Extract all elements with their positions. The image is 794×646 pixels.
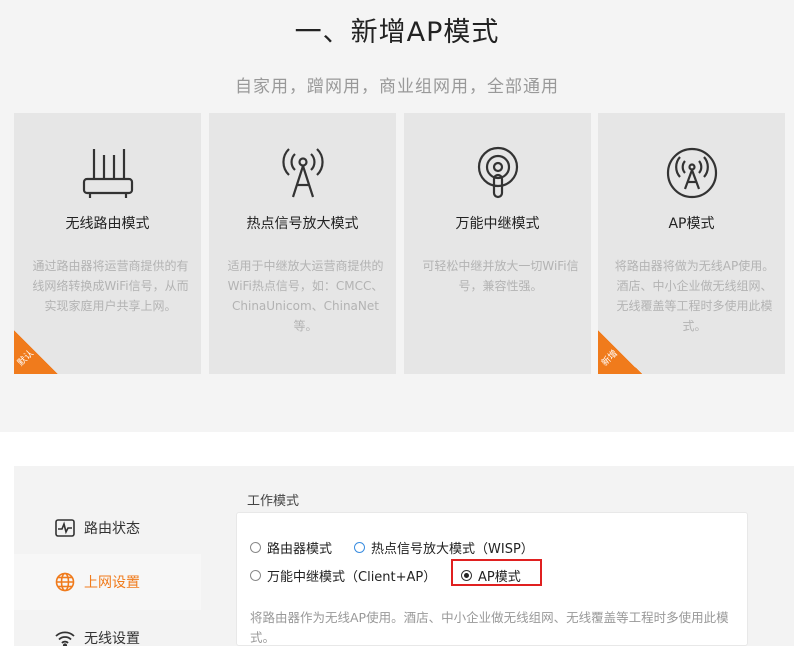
ap-mode-highlight-box <box>451 559 542 586</box>
default-badge: 默认 <box>14 330 58 374</box>
radio-label: 路由器模式 <box>267 542 333 557</box>
mode-card-name: 万能中继模式 <box>455 216 540 232</box>
globe-icon <box>54 571 76 593</box>
mode-card-desc: 通过路由器将运营商提供的有线网络转换成WiFi信号，从而实现家庭用户共享上网。 <box>32 259 189 313</box>
radio-client-ap-mode[interactable]: 万能中继模式（Client+AP） <box>250 566 436 585</box>
mode-description: 将路由器作为无线AP使用。酒店、中小企业做无线组网、无线覆盖等工程时多使用此模式… <box>250 610 729 645</box>
new-badge: 新增 <box>598 330 642 374</box>
radio-router-mode[interactable]: 路由器模式 <box>250 538 332 557</box>
signal-tower-icon <box>209 143 396 203</box>
radio-button[interactable] <box>250 542 261 553</box>
sidebar-item-internet-settings[interactable]: 上网设置 <box>14 554 201 610</box>
sidebar-item-label: 路由状态 <box>84 521 140 537</box>
work-mode-title: 工作模式 <box>247 494 300 509</box>
radio-label: 万能中继模式（Client+AP） <box>267 570 437 585</box>
mode-card-name: AP模式 <box>668 216 715 232</box>
repeater-icon <box>404 143 591 203</box>
sidebar-item-wireless-settings[interactable]: 无线设置 <box>14 610 201 646</box>
mode-card-desc: 可轻松中继并放大一切WiFi信号，兼容性强。 <box>422 259 579 293</box>
sidebar: 路由状态 上网设置 无线设置 <box>14 466 201 646</box>
mode-card-wisp: 热点信号放大模式 适用于中继放大运营商提供的WiFi热点信号，如：CMCC、Ch… <box>209 113 396 374</box>
radio-button[interactable] <box>250 570 261 581</box>
radio-wisp-mode[interactable]: 热点信号放大模式（WISP） <box>354 538 534 557</box>
status-monitor-icon <box>54 517 76 539</box>
mode-card-name: 无线路由模式 <box>65 216 150 232</box>
sidebar-item-label: 上网设置 <box>84 575 140 591</box>
ap-icon <box>598 143 785 203</box>
mode-card-router: 无线路由模式 通过路由器将运营商提供的有线网络转换成WiFi信号，从而实现家庭用… <box>14 113 201 374</box>
page-subtitle: 自家用，蹭网用，商业组网用，全部通用 <box>235 77 559 97</box>
mode-card-desc: 适用于中继放大运营商提供的WiFi热点信号，如：CMCC、ChinaUnicom… <box>227 259 384 333</box>
mode-card-name: 热点信号放大模式 <box>246 216 359 232</box>
mode-card-desc: 将路由器将做为无线AP使用。酒店、中小企业做无线组网、无线覆盖等工程时多使用此模… <box>614 259 775 333</box>
radio-button[interactable] <box>354 542 365 553</box>
wifi-icon <box>54 627 76 646</box>
mode-card-ap: AP模式 将路由器将做为无线AP使用。酒店、中小企业做无线组网、无线覆盖等工程时… <box>598 113 785 374</box>
page-title: 一、新增AP模式 <box>294 17 500 48</box>
radio-label: 热点信号放大模式（WISP） <box>371 542 534 557</box>
mode-card-repeater: 万能中继模式 可轻松中继并放大一切WiFi信号，兼容性强。 <box>404 113 591 374</box>
sidebar-item-label: 无线设置 <box>84 631 140 646</box>
sidebar-item-router-status[interactable]: 路由状态 <box>14 500 201 556</box>
router-icon <box>14 143 201 203</box>
